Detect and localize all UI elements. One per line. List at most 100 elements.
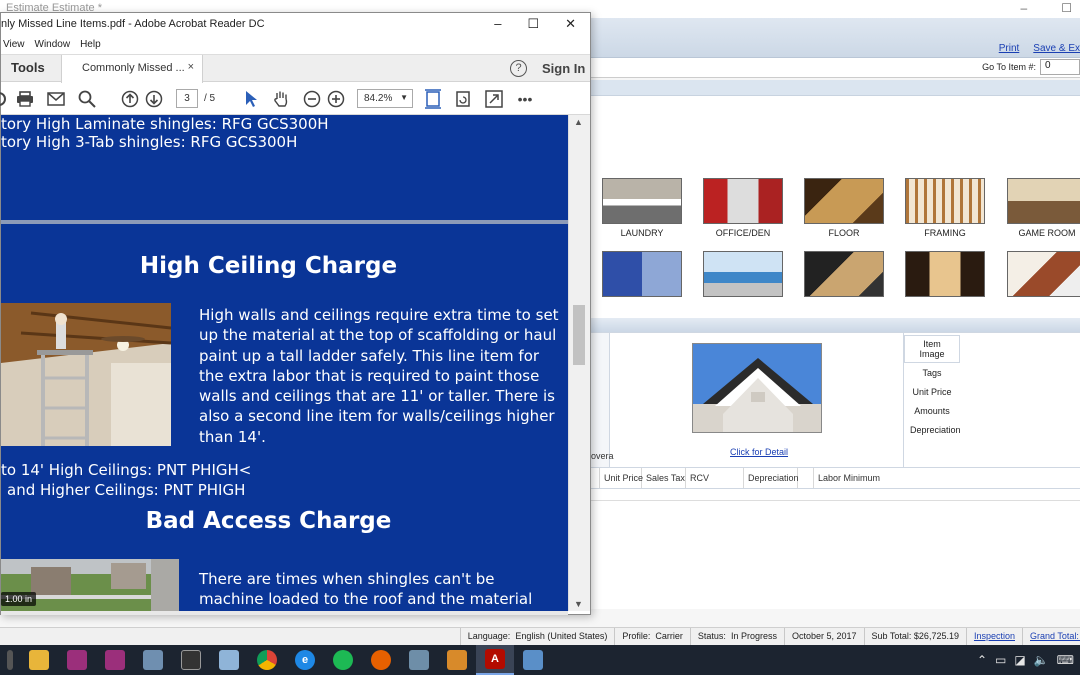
room-thumbnail <box>703 251 783 297</box>
goto-item-input[interactable]: 0 <box>1040 59 1080 75</box>
room-label: FRAMING <box>924 228 966 238</box>
column-unit-price[interactable]: Unit Price <box>600 468 643 488</box>
minimize-icon[interactable]: – <box>494 16 501 32</box>
zoom-out-icon[interactable] <box>302 89 322 109</box>
inspection-link[interactable]: Inspection <box>965 628 1022 645</box>
room-tile[interactable] <box>602 251 682 297</box>
chevron-down-icon: ▼ <box>400 93 408 102</box>
pdf-page[interactable]: tory High Laminate shingles: RFG GCS300H… <box>1 115 568 611</box>
hand-tool-icon[interactable] <box>271 89 291 109</box>
room-tile[interactable] <box>703 251 783 297</box>
sign-in-button[interactable]: Sign In <box>542 61 585 76</box>
firefox-icon[interactable] <box>362 645 400 675</box>
menu-window[interactable]: Window <box>35 39 71 54</box>
tab-depreciation[interactable]: Depreciation <box>904 422 964 438</box>
room-thumbnail <box>602 251 682 297</box>
maximize-icon[interactable]: ☐ <box>1061 1 1072 15</box>
room-thumbnail <box>703 178 783 224</box>
room-thumbnail <box>1007 251 1080 297</box>
calculator-icon[interactable] <box>172 645 210 675</box>
goto-item-label: Go To Item #: <box>982 62 1036 72</box>
document-tab-label: Commonly Missed ... <box>82 62 185 74</box>
tab-amounts[interactable]: Amounts <box>904 403 960 419</box>
app-launcher-icon[interactable] <box>58 645 96 675</box>
room-label: LAUNDRY <box>620 228 664 238</box>
battery-icon[interactable]: ▭ <box>995 653 1006 667</box>
menu-help[interactable]: Help <box>80 39 101 54</box>
column-sales-tax[interactable]: Sales Tax <box>642 468 686 488</box>
item-side-tabs: Item Image Tags Unit Price Amounts Depre… <box>903 333 1080 468</box>
column-rcv[interactable]: RCV <box>686 468 744 488</box>
app-icon[interactable] <box>438 645 476 675</box>
acrobat-reader-icon[interactable]: A <box>476 645 514 675</box>
room-tile-framing[interactable]: FRAMING <box>905 178 985 238</box>
room-tile-office-den[interactable]: OFFICE/DEN <box>703 178 783 238</box>
chevron-up-icon[interactable]: ⌃ <box>977 653 987 667</box>
network-icon[interactable]: ◪ <box>1014 653 1025 667</box>
close-tab-icon[interactable]: × <box>188 61 194 73</box>
save-exit-link[interactable]: Save & Ex <box>1033 43 1080 54</box>
email-icon[interactable] <box>46 89 66 109</box>
print-link[interactable]: Print <box>999 43 1020 54</box>
help-icon[interactable]: ? <box>510 60 527 77</box>
file-explorer-icon[interactable] <box>20 645 58 675</box>
save-icon[interactable] <box>0 89 15 109</box>
line-item-grid[interactable] <box>590 489 1080 609</box>
spotify-icon[interactable] <box>324 645 362 675</box>
scroll-up-icon[interactable]: ▲ <box>574 117 583 127</box>
fit-page-icon[interactable] <box>423 89 443 109</box>
zoom-in-icon[interactable] <box>326 89 346 109</box>
room-tile-game-room[interactable]: GAME ROOM <box>1007 178 1080 238</box>
column-labor-minimum[interactable]: Labor Minimum <box>814 468 884 488</box>
profile-status: Profile: Carrier <box>614 628 690 645</box>
full-screen-icon[interactable] <box>484 89 504 109</box>
room-tile[interactable] <box>1007 251 1080 297</box>
room-tile-laundry[interactable]: LAUNDRY <box>602 178 682 238</box>
next-page-icon[interactable] <box>144 89 164 109</box>
room-tile[interactable] <box>905 251 985 297</box>
column-depreciation[interactable]: Depreciation <box>744 468 799 488</box>
zoom-level-select[interactable]: 84.2% ▼ <box>357 89 413 108</box>
page-number-input[interactable]: 3 <box>176 89 198 108</box>
tab-tags[interactable]: Tags <box>904 365 960 381</box>
tab-unit-price[interactable]: Unit Price <box>904 384 960 400</box>
more-tools-icon[interactable]: ••• <box>515 89 535 109</box>
volume-icon[interactable]: 🔈 <box>1034 653 1049 667</box>
doc-text-line: tory High 3-Tab shingles: RFG GCS300H <box>1 133 298 151</box>
tab-document[interactable]: Commonly Missed ... × <box>61 55 203 83</box>
horizontal-scrollbar[interactable] <box>1 611 568 615</box>
room-tile[interactable] <box>804 251 884 297</box>
scroll-down-icon[interactable]: ▼ <box>574 599 583 609</box>
item-image <box>692 343 822 433</box>
paint-icon[interactable] <box>134 645 172 675</box>
doc-text-line: to 14' High Ceilings: PNT PHIGH< <box>1 461 252 479</box>
internet-explorer-icon[interactable]: e <box>286 645 324 675</box>
tab-item-image[interactable]: Item Image <box>904 335 960 363</box>
select-cursor-icon[interactable] <box>241 89 261 109</box>
goto-item-bar: Go To Item #: 0 <box>590 58 1080 78</box>
print-icon[interactable] <box>15 89 35 109</box>
keyboard-icon[interactable]: ⌨ <box>1057 653 1074 667</box>
app-launcher-icon[interactable] <box>96 645 134 675</box>
minimize-icon[interactable]: – <box>1021 1 1028 15</box>
room-label: OFFICE/DEN <box>715 228 771 238</box>
app-icon[interactable] <box>400 645 438 675</box>
click-for-detail-link[interactable]: Click for Detail <box>730 447 788 457</box>
chrome-icon[interactable] <box>248 645 286 675</box>
taskbar: e A ⌃ ▭ ◪ 🔈 ⌨ <box>0 645 1080 675</box>
rotate-icon[interactable] <box>453 89 473 109</box>
grand-total-link[interactable]: Grand Total: $ <box>1022 628 1080 645</box>
tab-tools[interactable]: Tools <box>11 60 45 75</box>
notes-icon[interactable] <box>210 645 248 675</box>
room-tile-floor[interactable]: FLOOR <box>804 178 884 238</box>
vertical-scrollbar[interactable]: ▲ ▼ <box>568 115 590 611</box>
scrollbar-thumb[interactable] <box>573 305 585 365</box>
maximize-icon[interactable]: ☐ <box>527 16 539 32</box>
search-icon[interactable] <box>77 89 97 109</box>
close-icon[interactable]: ✕ <box>565 16 576 32</box>
taskbar-app[interactable] <box>0 645 20 675</box>
cover-label: overa <box>591 451 614 461</box>
estimate-app-icon[interactable] <box>514 645 552 675</box>
menu-view[interactable]: View <box>3 39 25 54</box>
previous-page-icon[interactable] <box>120 89 140 109</box>
